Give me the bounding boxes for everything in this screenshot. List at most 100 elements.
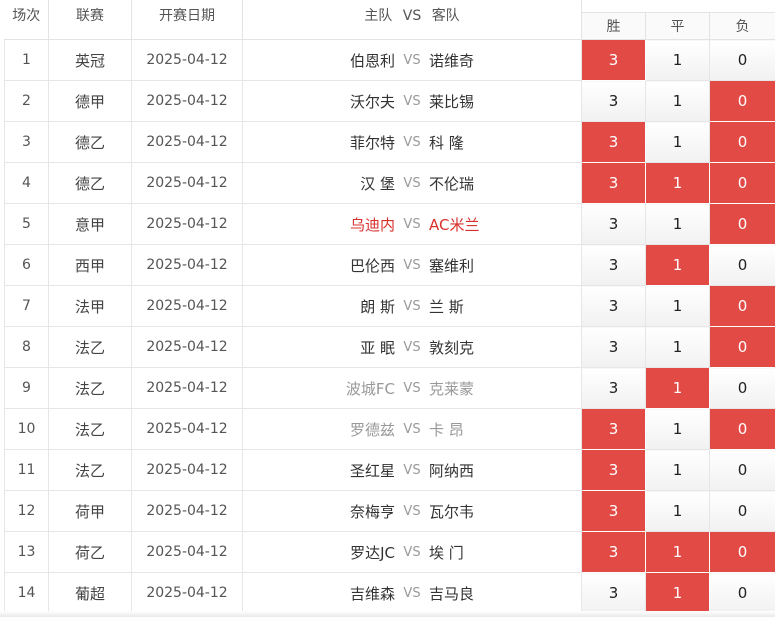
away-team[interactable]: 阿纳西 xyxy=(429,460,509,481)
odds-draw-cell[interactable]: 1 xyxy=(645,572,710,614)
home-team[interactable]: 菲尔特 xyxy=(315,132,395,153)
home-team[interactable]: 乌迪内 xyxy=(315,214,395,235)
odds-draw-cell[interactable]: 1 xyxy=(645,449,710,491)
home-team[interactable]: 巴伦西 xyxy=(315,255,395,276)
odds-lose-cell[interactable]: 0 xyxy=(708,449,775,491)
row-index: 11 xyxy=(4,449,49,491)
row-match: 罗达JC VS 埃 门 xyxy=(242,531,582,573)
odds-draw-cell[interactable]: 1 xyxy=(645,39,710,81)
table-row: 6 西甲 2025-04-12 巴伦西 VS 塞维利 310 xyxy=(4,244,775,286)
odds-draw-cell[interactable]: 1 xyxy=(645,326,710,368)
header-draw: 平 xyxy=(645,12,710,40)
odds-win-cell[interactable]: 3 xyxy=(581,408,646,450)
odds-lose-cell[interactable]: 0 xyxy=(708,39,775,81)
odds-lose-cell[interactable]: 0 xyxy=(708,367,775,409)
odds-win-cell[interactable]: 3 xyxy=(581,80,646,122)
away-team[interactable]: 埃 门 xyxy=(429,542,509,563)
odds-lose-cell[interactable]: 0 xyxy=(708,285,775,327)
row-match: 波城FC VS 克莱蒙 xyxy=(242,367,582,409)
away-team[interactable]: 卡 昂 xyxy=(429,419,509,440)
odds-lose-cell[interactable]: 0 xyxy=(708,408,775,450)
home-team[interactable]: 罗达JC xyxy=(315,542,395,563)
row-match: 菲尔特 VS 科 隆 xyxy=(242,121,582,163)
odds-win-cell[interactable]: 3 xyxy=(581,162,646,204)
vs-label: VS xyxy=(403,503,421,519)
home-team[interactable]: 亚 眠 xyxy=(315,337,395,358)
away-team[interactable]: 克莱蒙 xyxy=(429,378,509,399)
odds-lose-cell[interactable]: 0 xyxy=(708,203,775,245)
bottom-edge-shadow xyxy=(0,611,775,617)
odds-lose-cell[interactable]: 0 xyxy=(708,121,775,163)
home-team[interactable]: 罗德兹 xyxy=(315,419,395,440)
odds-win-cell[interactable]: 3 xyxy=(581,121,646,163)
row-date: 2025-04-12 xyxy=(131,367,243,409)
away-team[interactable]: 瓦尔韦 xyxy=(429,501,509,522)
away-team[interactable]: 塞维利 xyxy=(429,255,509,276)
odds-win-cell[interactable]: 3 xyxy=(581,244,646,286)
vs-label: VS xyxy=(403,216,421,232)
vs-label: VS xyxy=(403,298,421,314)
row-date: 2025-04-12 xyxy=(131,203,243,245)
home-team[interactable]: 圣红星 xyxy=(315,460,395,481)
away-team[interactable]: 莱比锡 xyxy=(429,91,509,112)
odds-lose-cell[interactable]: 0 xyxy=(708,162,775,204)
vs-label: VS xyxy=(403,380,421,396)
odds-win-cell[interactable]: 3 xyxy=(581,531,646,573)
away-team[interactable]: 科 隆 xyxy=(429,132,509,153)
odds-draw-cell[interactable]: 1 xyxy=(645,490,710,532)
odds-draw-cell[interactable]: 1 xyxy=(645,203,710,245)
row-index: 5 xyxy=(4,203,49,245)
vs-label: VS xyxy=(403,339,421,355)
row-date: 2025-04-12 xyxy=(131,121,243,163)
odds-draw-cell[interactable]: 1 xyxy=(645,285,710,327)
table-row: 9 法乙 2025-04-12 波城FC VS 克莱蒙 310 xyxy=(4,367,775,409)
away-team[interactable]: 敦刻克 xyxy=(429,337,509,358)
odds-lose-cell[interactable]: 0 xyxy=(708,244,775,286)
odds-draw-cell[interactable]: 1 xyxy=(645,367,710,409)
odds-draw-cell[interactable]: 1 xyxy=(645,162,710,204)
odds-draw-cell[interactable]: 1 xyxy=(645,408,710,450)
odds-win-cell[interactable]: 3 xyxy=(581,449,646,491)
home-team[interactable]: 伯恩利 xyxy=(315,50,395,71)
odds-lose-cell[interactable]: 0 xyxy=(708,490,775,532)
row-date: 2025-04-12 xyxy=(131,490,243,532)
home-team[interactable]: 朗 斯 xyxy=(315,296,395,317)
away-team[interactable]: 吉马良 xyxy=(429,583,509,604)
odds-lose-cell[interactable]: 0 xyxy=(708,572,775,614)
home-team[interactable]: 汉 堡 xyxy=(315,173,395,194)
home-team[interactable]: 奈梅亨 xyxy=(315,501,395,522)
odds-win-cell[interactable]: 3 xyxy=(581,203,646,245)
home-team[interactable]: 沃尔夫 xyxy=(315,91,395,112)
odds-win-cell[interactable]: 3 xyxy=(581,572,646,614)
odds-win-cell[interactable]: 3 xyxy=(581,326,646,368)
header-match: 主队 VS 客队 xyxy=(242,0,582,40)
vs-label: VS xyxy=(403,175,421,191)
away-team[interactable]: 不伦瑞 xyxy=(429,173,509,194)
odds-draw-cell[interactable]: 1 xyxy=(645,244,710,286)
odds-lose-cell[interactable]: 0 xyxy=(708,80,775,122)
header-vs: VS xyxy=(402,7,422,24)
odds-lose-cell[interactable]: 0 xyxy=(708,531,775,573)
odds-draw-cell[interactable]: 1 xyxy=(645,80,710,122)
odds-win-cell[interactable]: 3 xyxy=(581,285,646,327)
table-row: 11 法乙 2025-04-12 圣红星 VS 阿纳西 310 xyxy=(4,449,775,491)
odds-draw-cell[interactable]: 1 xyxy=(645,531,710,573)
header-date: 开赛日期 xyxy=(131,0,243,40)
away-team[interactable]: 兰 斯 xyxy=(429,296,509,317)
row-match: 圣红星 VS 阿纳西 xyxy=(242,449,582,491)
match-table-frame: 场次 联赛 开赛日期 主队 VS 客队 胜 平 负 1 英冠 2025-04-12 … xyxy=(0,0,775,617)
vs-label: VS xyxy=(403,134,421,150)
away-team[interactable]: AC米兰 xyxy=(429,214,509,235)
odds-win-cell[interactable]: 3 xyxy=(581,39,646,81)
home-team[interactable]: 波城FC xyxy=(315,378,395,399)
row-match: 巴伦西 VS 塞维利 xyxy=(242,244,582,286)
odds-win-cell[interactable]: 3 xyxy=(581,367,646,409)
odds-lose-cell[interactable]: 0 xyxy=(708,326,775,368)
odds-draw-cell[interactable]: 1 xyxy=(645,121,710,163)
row-index: 14 xyxy=(4,572,49,614)
table-row: 10 法乙 2025-04-12 罗德兹 VS 卡 昂 310 xyxy=(4,408,775,450)
home-team[interactable]: 吉维森 xyxy=(315,583,395,604)
row-match: 乌迪内 VS AC米兰 xyxy=(242,203,582,245)
away-team[interactable]: 诺维奇 xyxy=(429,50,509,71)
odds-win-cell[interactable]: 3 xyxy=(581,490,646,532)
